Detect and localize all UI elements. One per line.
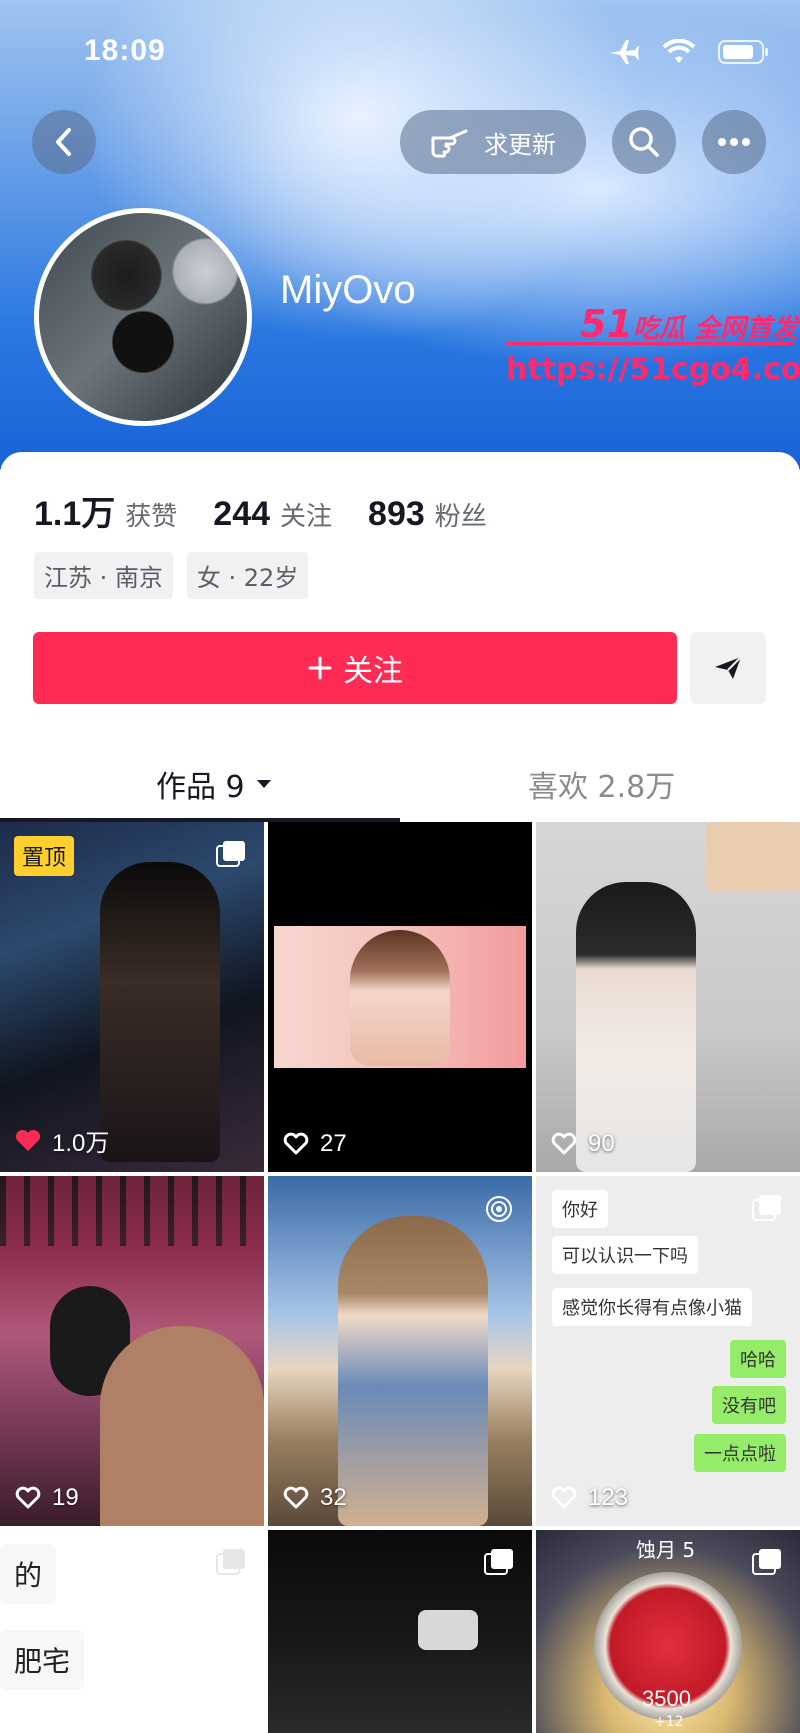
video-thumb[interactable] [268, 1530, 532, 1733]
video-thumb[interactable]: 19 [0, 1176, 264, 1526]
avatar[interactable] [34, 208, 252, 426]
video-thumb[interactable]: 的 肥宅 [0, 1530, 264, 1733]
heart-icon [551, 1486, 577, 1509]
caret-down-icon [256, 780, 271, 788]
video-thumb[interactable]: 27 [268, 822, 532, 1172]
chat-text: 肥宅 [0, 1630, 85, 1690]
multi-image-icon [752, 1549, 781, 1575]
request-update-button[interactable]: 求更新 [400, 110, 586, 174]
status-bar: 18:09 [0, 0, 800, 100]
chat-bubble-right: 没有吧 [712, 1386, 786, 1424]
more-dots-icon [718, 138, 750, 146]
tab-works[interactable]: 作品 9 [156, 762, 273, 806]
like-count: 1.0万 [14, 1123, 109, 1158]
like-count-value: 1.0万 [52, 1130, 110, 1157]
card-title: 蚀月 5 [636, 1538, 696, 1562]
watermark-url: https://51cgo4.com [506, 352, 800, 387]
status-time: 18:09 [84, 34, 166, 67]
video-thumb[interactable]: 蚀月 5 3500 +12 [536, 1530, 800, 1733]
followers-label: 粉丝 [434, 502, 487, 532]
chat-bubble-right: 哈哈 [730, 1340, 786, 1378]
stats-row: 1.1万 获赞 244 关注 893 粉丝 [34, 486, 523, 535]
heart-icon [283, 1486, 309, 1509]
username: MiyOvo [280, 268, 416, 312]
airplane-icon [610, 40, 639, 64]
video-thumb[interactable]: 90 [536, 822, 800, 1172]
watermark-divider [505, 342, 793, 345]
send-icon [715, 656, 742, 679]
watermark-brand-num: 51 [580, 302, 633, 346]
like-count: 32 [282, 1484, 347, 1512]
card-sub: +12 [654, 1714, 684, 1730]
following-label: 关注 [280, 502, 333, 532]
like-count: 123 [550, 1484, 628, 1512]
likes-label: 获赞 [125, 502, 178, 532]
like-count-value: 123 [588, 1484, 629, 1511]
more-button[interactable] [702, 110, 766, 174]
wifi-icon [662, 39, 696, 63]
search-button[interactable] [612, 110, 676, 174]
pointing-hand-icon [431, 129, 468, 158]
back-button[interactable] [32, 110, 96, 174]
search-icon [629, 127, 659, 157]
tab-works-label: 作品 9 [156, 770, 245, 805]
heart-filled-icon [15, 1129, 41, 1151]
send-message-button[interactable] [690, 632, 766, 704]
follow-button[interactable]: 关注 [33, 632, 677, 704]
tab-likes-label: 喜欢 2.8万 [528, 770, 676, 805]
video-thumb[interactable]: 32 [268, 1176, 532, 1526]
content-tabs: 作品 9 喜欢 2.8万 [0, 752, 800, 820]
like-count-value: 27 [320, 1130, 347, 1157]
chevron-left-icon [56, 128, 71, 156]
like-count: 90 [550, 1130, 615, 1158]
status-icons [608, 38, 770, 66]
heart-icon [551, 1132, 577, 1155]
heart-icon [15, 1486, 41, 1509]
battery-icon [718, 40, 768, 64]
card-number: 3500 [642, 1686, 691, 1711]
live-ring-icon [486, 1196, 512, 1222]
video-thumb[interactable]: 你好 可以认识一下吗 感觉你长得有点像小猫 哈哈 没有吧 一点点啦 123 [536, 1176, 800, 1526]
pinned-badge: 置顶 [14, 836, 75, 876]
like-count-value: 19 [52, 1484, 79, 1511]
multi-image-icon [216, 841, 245, 867]
watermark-brand-text: 吃瓜 全网首发 [632, 314, 798, 344]
request-update-label: 求更新 [484, 130, 556, 159]
tab-likes[interactable]: 喜欢 2.8万 [528, 762, 675, 806]
chat-text: 的 [0, 1544, 57, 1604]
video-thumb[interactable]: 置顶 1.0万 [0, 822, 264, 1172]
profile-tags: 江苏 · 南京 女 · 22岁 [34, 552, 309, 599]
chat-bubble-left: 可以认识一下吗 [552, 1236, 698, 1274]
multi-image-icon [752, 1195, 781, 1221]
likes-count[interactable]: 1.1万 [34, 486, 115, 535]
like-count-value: 90 [588, 1130, 615, 1157]
following-count[interactable]: 244 [213, 495, 270, 534]
heart-icon [283, 1132, 309, 1155]
watermark-brand: 51吃瓜 全网首发 [580, 302, 798, 346]
multi-image-icon [216, 1549, 245, 1575]
location-tag: 江苏 · 南京 [34, 552, 173, 599]
chat-bubble-left: 你好 [552, 1190, 608, 1228]
multi-image-icon [484, 1549, 513, 1575]
follow-label: 关注 [343, 654, 403, 689]
followers-count[interactable]: 893 [368, 495, 425, 534]
like-count-value: 32 [320, 1484, 347, 1511]
chat-bubble-left: 感觉你长得有点像小猫 [552, 1288, 752, 1326]
like-count: 19 [14, 1484, 79, 1512]
gender-age-tag: 女 · 22岁 [186, 552, 309, 599]
like-count: 27 [282, 1130, 347, 1158]
chat-bubble-right: 一点点啦 [694, 1434, 786, 1472]
plus-icon [308, 656, 332, 680]
